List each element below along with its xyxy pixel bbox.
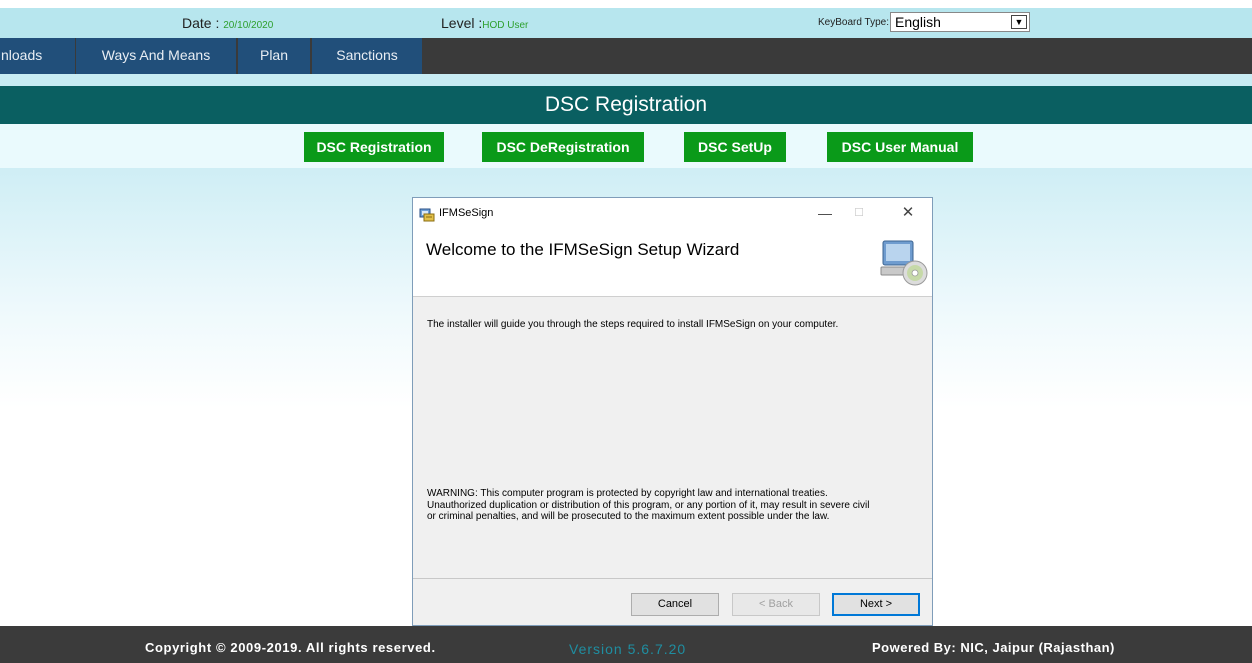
level-display: Level :HOD User (441, 15, 528, 31)
top-info-bar: Date : 20/10/2020 Level :HOD User KeyBoa… (0, 8, 1252, 38)
chevron-down-icon[interactable]: ▼ (1011, 15, 1027, 29)
warning-line: WARNING: This computer program is protec… (427, 488, 828, 499)
copyright-text: Copyright © 2009-2019. All rights reserv… (145, 640, 436, 655)
setup-app-icon (419, 208, 435, 222)
level-value: HOD User (482, 20, 529, 31)
date-label: Date : (182, 15, 224, 31)
page-title: DSC Registration (0, 86, 1252, 124)
dsc-deregistration-button[interactable]: DSC DeRegistration (482, 132, 644, 162)
next-button[interactable]: Next > (832, 593, 920, 616)
dsc-user-manual-button[interactable]: DSC User Manual (827, 132, 973, 162)
main-nav: nloads Ways And Means Plan Sanctions (0, 38, 1252, 74)
page-footer: Copyright © 2009-2019. All rights reserv… (0, 626, 1252, 663)
intro-text: The installer will guide you through the… (427, 319, 839, 330)
maximize-icon: ☐ (854, 207, 864, 219)
level-label: Level : (441, 15, 483, 31)
warning-text: WARNING: This computer program is protec… (427, 488, 923, 523)
computer-cd-icon (880, 240, 928, 286)
powered-by-text: Powered By: NIC, Jaipur (Rajasthan) (872, 640, 1115, 655)
nav-tab-ways-and-means[interactable]: Ways And Means (76, 38, 236, 74)
keyboard-type-label: KeyBoard Type: (818, 17, 889, 28)
dsc-setup-button[interactable]: DSC SetUp (684, 132, 786, 162)
dialog-body: The installer will guide you through the… (413, 297, 932, 577)
dialog-header: Welcome to the IFMSeSign Setup Wizard (413, 230, 932, 297)
nav-tab-downloads[interactable]: nloads (0, 38, 75, 74)
dialog-titlebar[interactable]: IFMSeSign — ☐ ✕ (413, 198, 932, 230)
keyboard-type-value: English (895, 14, 941, 30)
dialog-footer: Cancel < Back Next > (413, 578, 932, 626)
nav-tab-sanctions[interactable]: Sanctions (312, 38, 422, 74)
setup-wizard-dialog: IFMSeSign — ☐ ✕ Welcome to the IFMSeSign… (412, 197, 933, 626)
dsc-action-bar: DSC Registration DSC DeRegistration DSC … (0, 124, 1252, 168)
version-text: Version 5.6.7.20 (569, 641, 687, 657)
dsc-registration-button[interactable]: DSC Registration (304, 132, 444, 162)
back-button: < Back (732, 593, 820, 616)
date-display: Date : 20/10/2020 (182, 15, 273, 31)
nav-separator (0, 74, 1252, 86)
minimize-icon[interactable]: — (810, 202, 840, 224)
close-icon[interactable]: ✕ (893, 202, 923, 224)
keyboard-type-select[interactable]: English ▼ (890, 12, 1030, 32)
warning-line: Unauthorized duplication or distribution… (427, 499, 870, 511)
date-value: 20/10/2020 (223, 20, 274, 31)
cancel-button[interactable]: Cancel (631, 593, 719, 616)
nav-tab-plan[interactable]: Plan (238, 38, 310, 74)
wizard-heading: Welcome to the IFMSeSign Setup Wizard (426, 240, 740, 259)
dialog-title: IFMSeSign (439, 207, 494, 219)
warning-line: or criminal penalties, and will be prose… (427, 511, 830, 522)
